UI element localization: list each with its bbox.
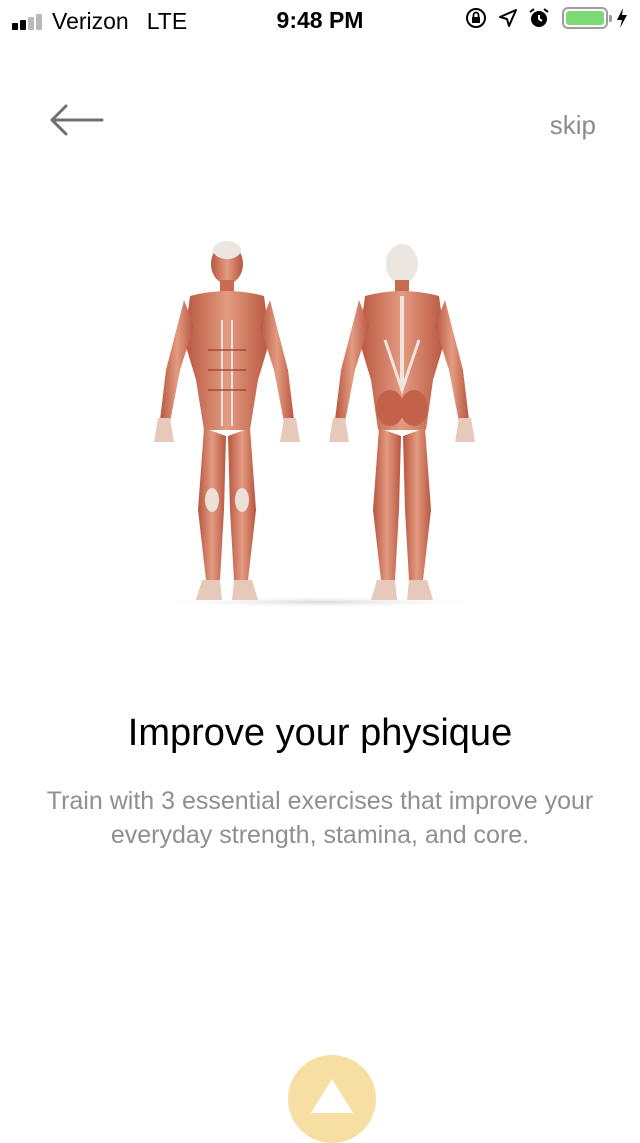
location-arrow-icon (499, 9, 517, 27)
front-figure (154, 241, 300, 600)
muscle-anatomy-illustration (140, 241, 500, 608)
battery-icon (562, 7, 612, 29)
skip-button[interactable]: skip (550, 110, 596, 141)
next-button[interactable] (288, 1055, 376, 1143)
battery-level (566, 11, 604, 25)
back-figure (329, 244, 475, 600)
onboarding-description: Train with 3 essential exercises that im… (46, 787, 594, 849)
charging-bolt-icon (617, 8, 627, 28)
arrow-left-icon (50, 104, 104, 136)
alarm-clock-icon (529, 8, 549, 27)
back-button[interactable] (44, 98, 108, 142)
orientation-lock-icon (466, 8, 486, 28)
onboarding-headline: Improve your physique (127, 712, 513, 754)
status-bar-right (454, 6, 628, 30)
triangle-up-icon (311, 1079, 353, 1113)
status-bar: Verizon LTE 9:48 PM (0, 0, 640, 40)
